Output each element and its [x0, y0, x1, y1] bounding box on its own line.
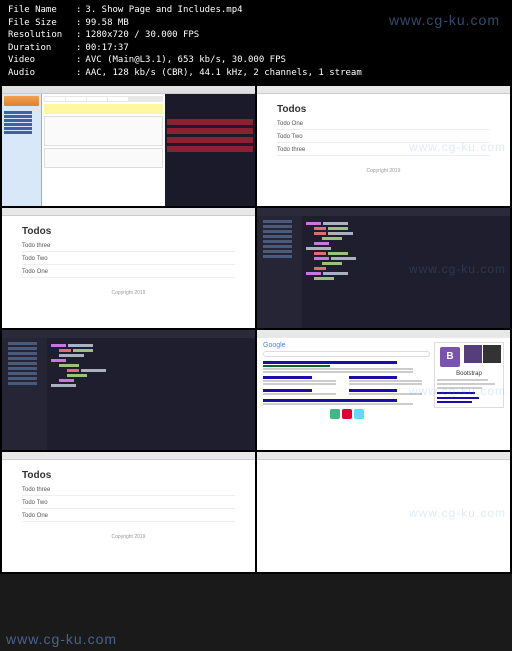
knowledge-panel: B Bootstrap	[434, 342, 504, 419]
bootstrap-title: Bootstrap	[437, 371, 501, 377]
todos-title: Todos	[22, 226, 235, 237]
video-value: AVC (Main@L3.1), 653 kb/s, 30.000 FPS	[85, 54, 285, 67]
audio-label: Audio	[8, 67, 76, 80]
todo-item: Todo Two	[22, 500, 235, 509]
angular-icon	[342, 409, 352, 419]
file-tree	[2, 338, 47, 450]
thumbnail-5-editor	[2, 330, 255, 450]
duration-value: 00:17:37	[85, 42, 128, 55]
watermark: www.cg-ku.com	[409, 506, 506, 520]
browser-bar	[2, 208, 255, 216]
resolution-value: 1280x720 / 30.000 FPS	[85, 29, 199, 42]
google-logo: Google	[263, 342, 430, 349]
browser-bar	[257, 86, 510, 94]
pma-sidebar	[2, 94, 42, 206]
todo-item: Todo One	[22, 513, 235, 522]
filename-value: 3. Show Page and Includes.mp4	[85, 4, 242, 17]
vue-icon	[330, 409, 340, 419]
duration-label: Duration	[8, 42, 76, 55]
thumbnail-6-google: Google	[257, 330, 510, 450]
filename-label: File Name	[8, 4, 76, 17]
bootstrap-logo: B	[440, 347, 460, 367]
thumbnail-2-todos: Todos Todo One Todo Two Todo three Copyr…	[257, 86, 510, 206]
todo-item: Todo Two	[22, 256, 235, 265]
todos-title: Todos	[22, 470, 235, 481]
todo-item: Todo three	[22, 487, 235, 496]
todo-item: Todo One	[22, 269, 235, 278]
browser-bar	[2, 86, 255, 94]
browser-bar	[2, 452, 255, 460]
thumbnail-grid: Todos Todo One Todo Two Todo three Copyr…	[0, 84, 512, 574]
watermark-bottom: www.cg-ku.com	[6, 631, 117, 647]
todos-footer: Copyright 2019	[277, 168, 490, 174]
watermark-top: www.cg-ku.com	[389, 12, 500, 28]
thumbnail-3-todos: Todos Todo three Todo Two Todo One Copyr…	[2, 208, 255, 328]
react-icon	[354, 409, 364, 419]
thumbnail-4-editor: www.cg-ku.com	[257, 208, 510, 328]
todo-item: Todo One	[277, 121, 490, 130]
file-tree	[257, 216, 302, 328]
todos-footer: Copyright 2019	[22, 534, 235, 540]
search-results: Google	[263, 342, 430, 419]
resolution-label: Resolution	[8, 29, 76, 42]
watermark: www.cg-ku.com	[409, 262, 506, 276]
audio-value: AAC, 128 kb/s (CBR), 44.1 kHz, 2 channel…	[85, 67, 361, 80]
filesize-value: 99.58 MB	[85, 17, 128, 30]
filesize-label: File Size	[8, 17, 76, 30]
browser-bar	[257, 452, 510, 460]
browser-bar	[257, 330, 510, 338]
pma-content	[42, 94, 165, 206]
watermark: www.cg-ku.com	[409, 140, 506, 154]
thumbnail-1-phpmyadmin	[2, 86, 255, 206]
code-area	[47, 338, 255, 450]
todos-title: Todos	[277, 104, 490, 115]
editor-tabs	[257, 208, 510, 216]
search-input	[263, 351, 430, 357]
pma-console	[165, 94, 255, 206]
todo-item: Todo three	[22, 243, 235, 252]
thumbnail-7-todos: Todos Todo three Todo Two Todo One Copyr…	[2, 452, 255, 572]
thumbnail-8-blank: www.cg-ku.com	[257, 452, 510, 572]
watermark: www.cg-ku.com	[409, 384, 506, 398]
video-label: Video	[8, 54, 76, 67]
pma-logo	[4, 96, 39, 106]
todos-footer: Copyright 2019	[22, 290, 235, 296]
editor-tabs	[2, 330, 255, 338]
